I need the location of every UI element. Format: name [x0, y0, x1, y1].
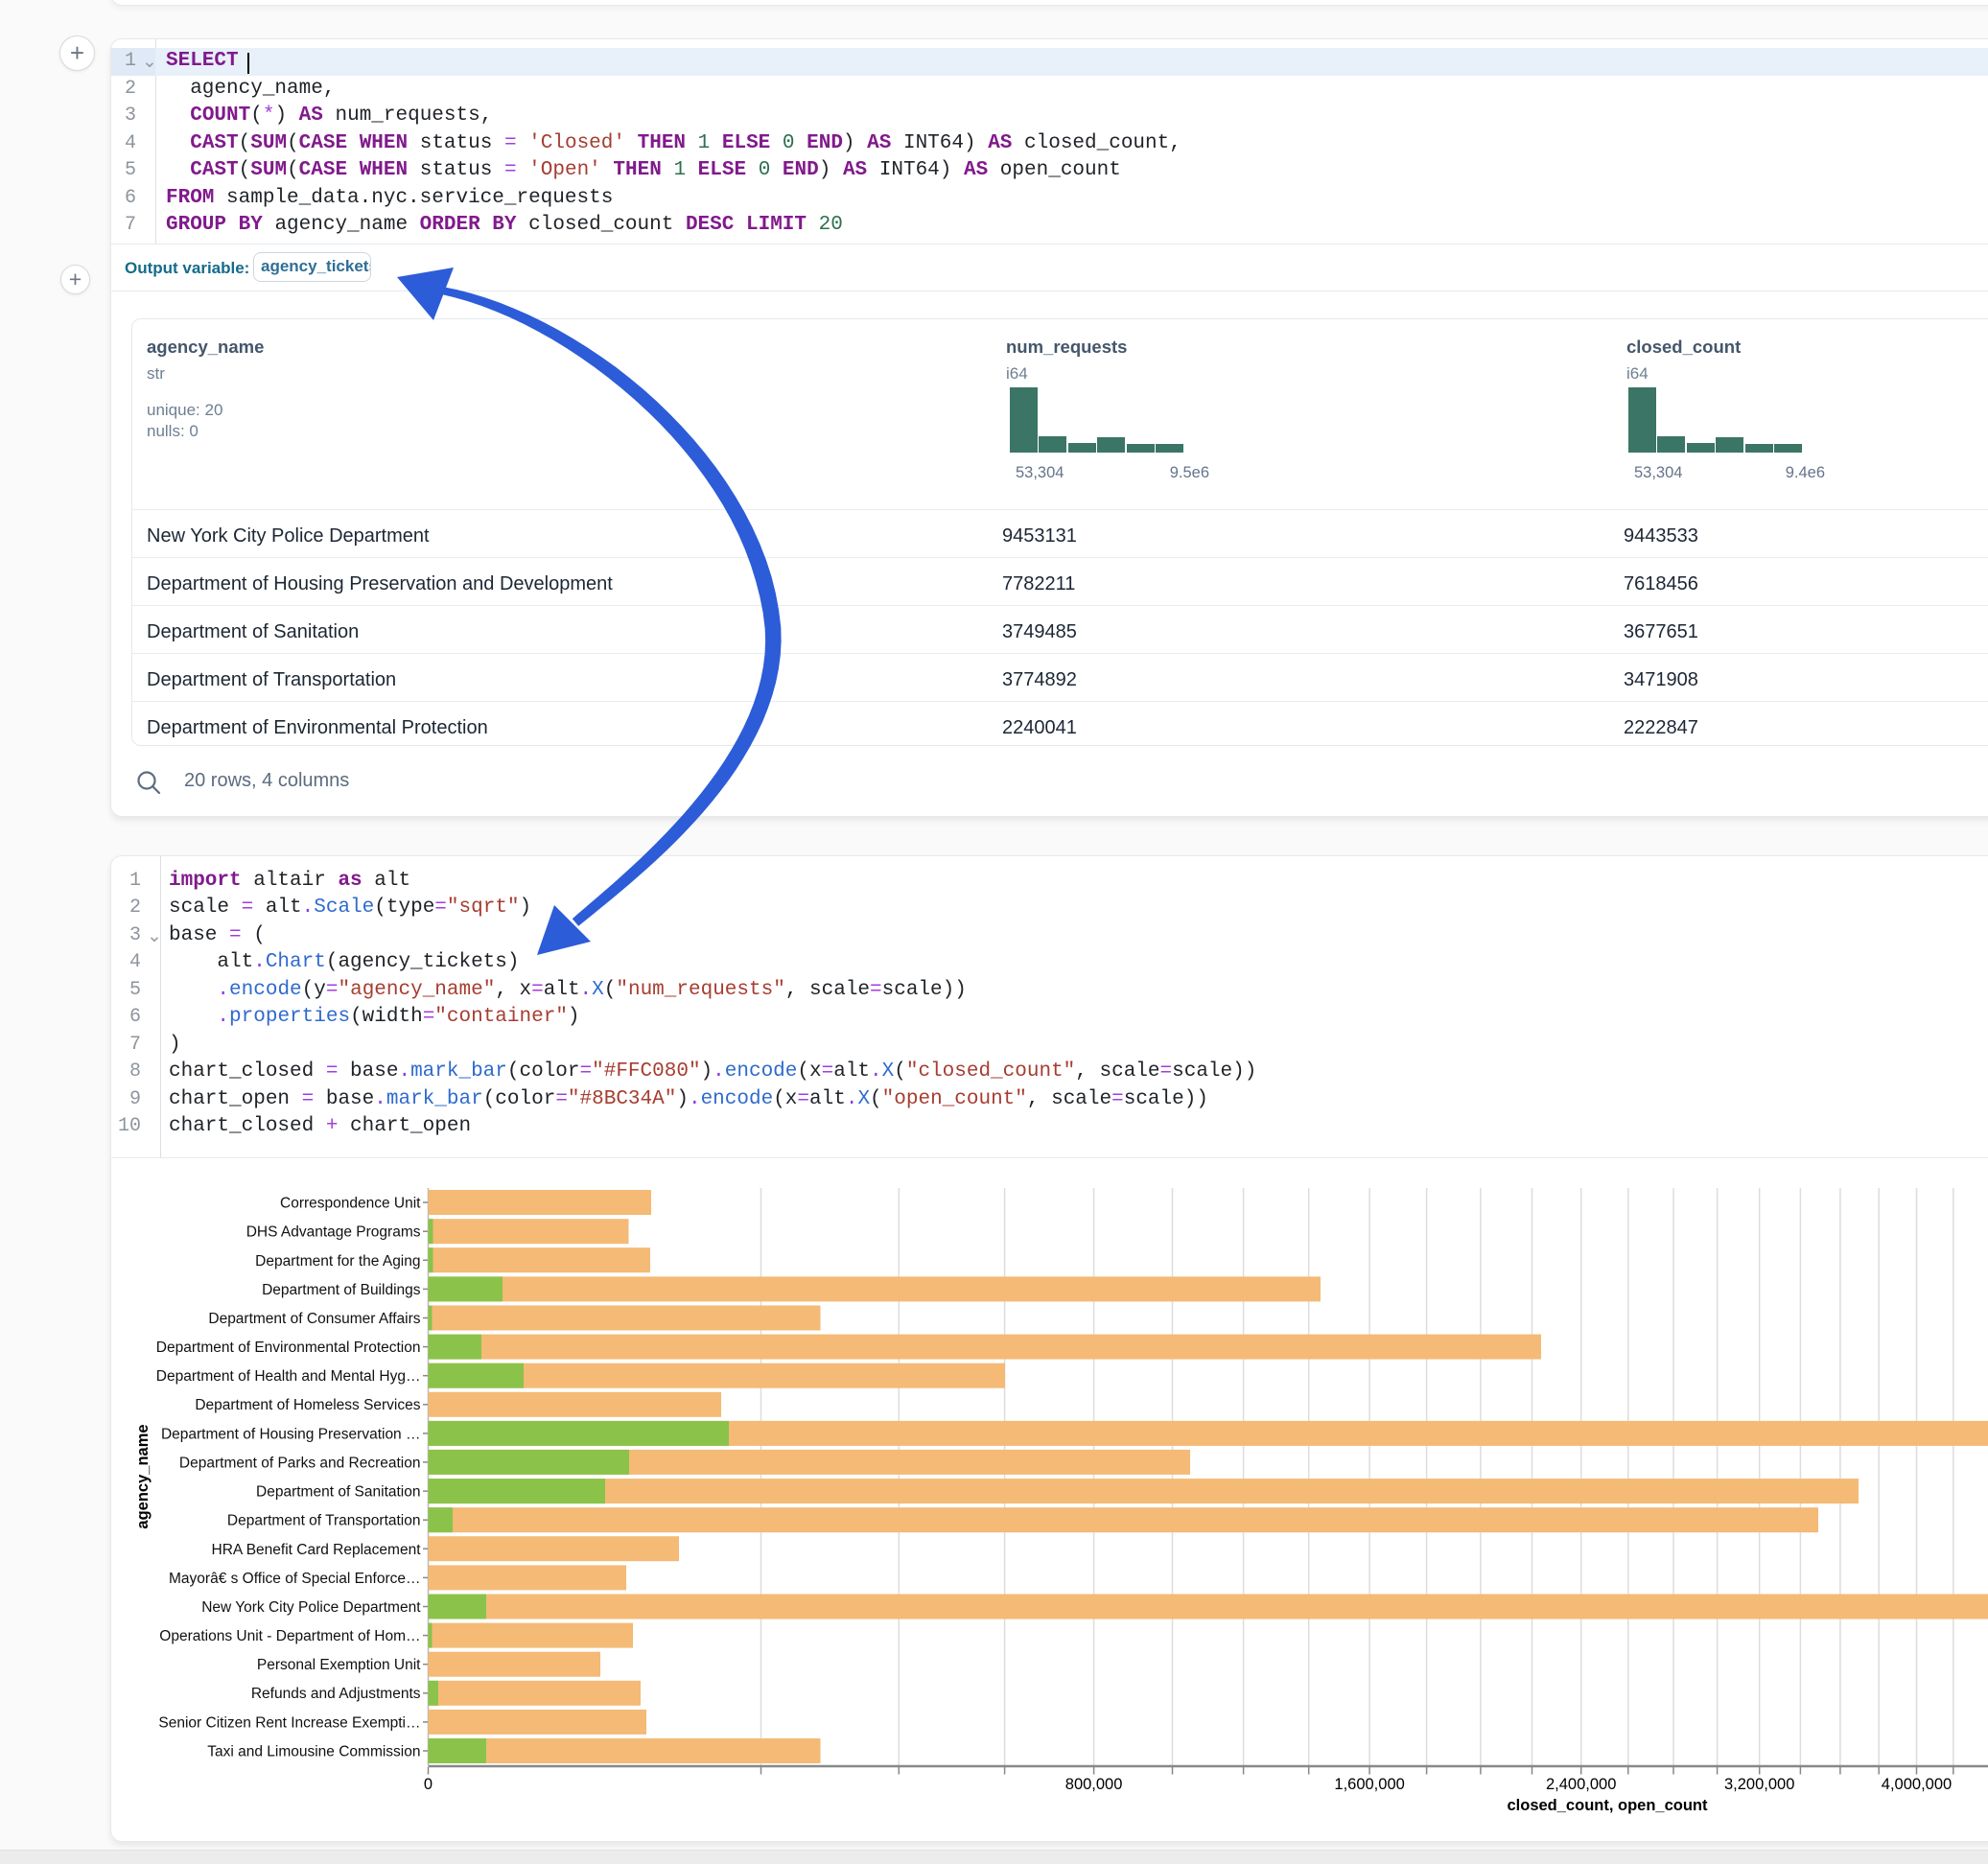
svg-text:Operations Unit - Department o: Operations Unit - Department of Hom…	[159, 1628, 420, 1644]
svg-text:Department of Parks and Recrea: Department of Parks and Recreation	[179, 1455, 421, 1471]
svg-text:Department of Consumer Affairs: Department of Consumer Affairs	[208, 1311, 420, 1327]
svg-text:Taxi and Limousine Commission: Taxi and Limousine Commission	[207, 1744, 420, 1760]
svg-text:Department of Sanitation: Department of Sanitation	[256, 1484, 420, 1501]
svg-text:4,000,000: 4,000,000	[1882, 1776, 1952, 1793]
svg-text:Personal Exemption Unit: Personal Exemption Unit	[257, 1657, 421, 1673]
svg-text:New York City Police Departmen: New York City Police Department	[201, 1599, 421, 1616]
svg-text:Mayorâ€ s Office of Special En: Mayorâ€ s Office of Special Enforce…	[169, 1571, 420, 1587]
svg-text:800,000: 800,000	[1065, 1776, 1123, 1793]
svg-text:3,200,000: 3,200,000	[1724, 1776, 1794, 1793]
svg-text:Department of Transportation: Department of Transportation	[227, 1513, 421, 1529]
svg-text:Department of Buildings: Department of Buildings	[262, 1282, 421, 1298]
svg-text:DHS Advantage Programs: DHS Advantage Programs	[246, 1224, 421, 1241]
svg-text:Correspondence Unit: Correspondence Unit	[280, 1196, 421, 1212]
svg-text:agency_name: agency_name	[134, 1424, 152, 1528]
svg-text:2,400,000: 2,400,000	[1546, 1776, 1616, 1793]
svg-text:Senior Citizen Rent Increase E: Senior Citizen Rent Increase Exempti…	[158, 1714, 420, 1731]
svg-text:1,600,000: 1,600,000	[1334, 1776, 1404, 1793]
svg-text:Refunds and Adjustments: Refunds and Adjustments	[251, 1686, 421, 1702]
svg-text:0: 0	[424, 1776, 433, 1793]
svg-text:HRA Benefit Card Replacement: HRA Benefit Card Replacement	[212, 1542, 422, 1558]
svg-text:Department of Environmental Pr: Department of Environmental Protection	[156, 1340, 421, 1356]
svg-text:Department of Health and Menta: Department of Health and Mental Hyg…	[156, 1368, 421, 1385]
svg-text:Department of Homeless Service: Department of Homeless Services	[195, 1397, 420, 1413]
svg-text:Department for the Aging: Department for the Aging	[255, 1253, 420, 1270]
svg-text:closed_count, open_count: closed_count, open_count	[1507, 1797, 1708, 1814]
svg-text:Department of Housing Preserva: Department of Housing Preservation …	[161, 1426, 421, 1442]
